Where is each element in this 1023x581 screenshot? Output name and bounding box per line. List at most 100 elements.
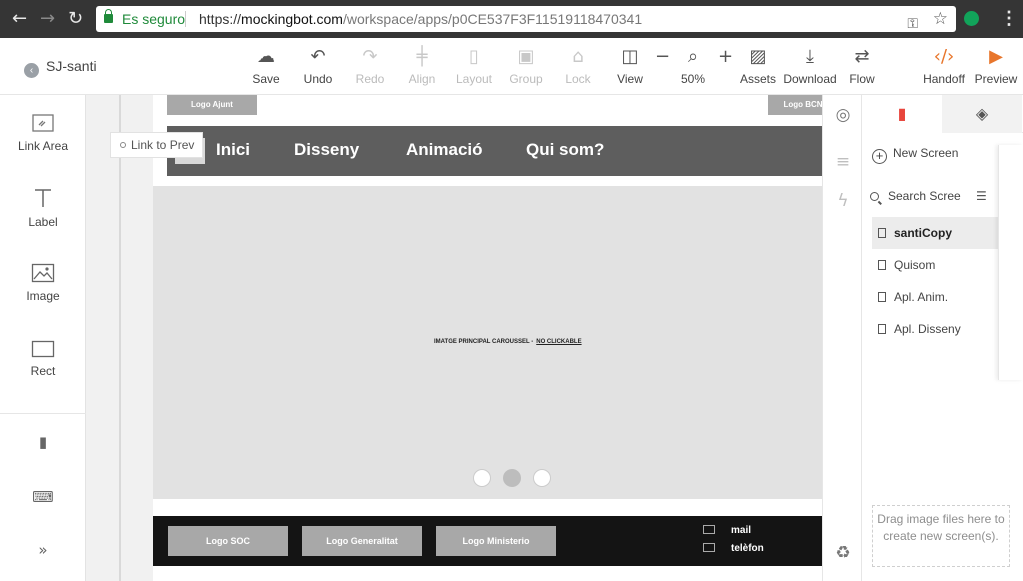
back-arrow-icon[interactable]: ←: [12, 9, 27, 29]
sliders-icon[interactable]: ≡: [823, 152, 863, 172]
left-panel-divider: [0, 413, 86, 414]
screen-item[interactable]: santiCopy: [872, 217, 1000, 249]
url-scheme: https://: [199, 11, 242, 27]
layout-button[interactable]: ▯ Layout: [454, 46, 494, 86]
screen-search[interactable]: Search Scree ☰: [870, 183, 1000, 209]
layout-icon: ▯: [469, 46, 479, 67]
url-host: mockingbot.com: [241, 11, 343, 27]
menu-item-qui-som[interactable]: Qui som?: [526, 140, 604, 160]
footer-phone[interactable]: telèfon: [703, 543, 764, 554]
book-icon[interactable]: ▮: [0, 433, 86, 451]
extension-icon[interactable]: [964, 11, 979, 26]
page-icon: [878, 292, 886, 302]
link-to-prev-handle[interactable]: Link to Prev: [110, 132, 204, 158]
carousel-caption-link: NO CLICKABLE: [536, 339, 582, 345]
logo-soc-placeholder[interactable]: Logo SOC: [168, 526, 288, 556]
view-label: View: [617, 72, 643, 86]
lock-label: Lock: [565, 72, 591, 86]
link-to-prev-label: Link to Prev: [131, 138, 195, 152]
menu-item-inici[interactable]: Inici: [216, 140, 250, 160]
forward-arrow-icon[interactable]: →: [40, 9, 55, 29]
bookmark-star-icon[interactable]: ☆: [933, 6, 948, 32]
label-tool[interactable]: Label: [0, 187, 86, 229]
align-label: Align: [408, 72, 436, 86]
footer-mail[interactable]: mail: [703, 525, 751, 536]
rect-tool[interactable]: Rect: [0, 340, 86, 378]
url-path: /workspace/apps/p0CE537F3F11519118470341: [342, 11, 643, 27]
reload-icon[interactable]: ↻: [68, 9, 83, 29]
address-separator: [185, 11, 186, 27]
redo-button[interactable]: ↷ Redo: [354, 46, 386, 86]
design-canvas[interactable]: Link to Prev Logo Ajunt Logo BCN Inici D…: [86, 95, 822, 581]
lock-button[interactable]: ⌂ Lock: [563, 46, 593, 86]
list-view-icon[interactable]: ☰: [976, 183, 987, 209]
inspector-icon-column: ◎ ≡ ϟ ♻: [822, 95, 862, 581]
carousel-dot-2[interactable]: [503, 469, 521, 487]
flow-button[interactable]: ⇄ Flow: [846, 46, 878, 86]
image-icon: [703, 543, 715, 552]
plus-icon: +: [718, 46, 734, 67]
back-circle-icon[interactable]: ‹: [24, 63, 39, 78]
rectangle-icon: [31, 340, 55, 358]
align-button[interactable]: ╪ Align: [405, 46, 439, 86]
download-button[interactable]: ⤓ Download: [782, 46, 838, 86]
target-icon[interactable]: ◎: [823, 105, 863, 125]
new-screen-button[interactable]: + New Screen: [872, 146, 958, 164]
undo-label: Undo: [303, 72, 333, 86]
zoom-in-button[interactable]: +: [718, 46, 734, 72]
handoff-button[interactable]: ‹/› Handoff: [920, 46, 968, 86]
logo-bcn-placeholder[interactable]: Logo BCN: [768, 95, 822, 115]
screen-item[interactable]: Apl. Disseny: [872, 313, 1000, 345]
carousel-dot-3[interactable]: [533, 469, 551, 487]
menu-item-animacio[interactable]: Animació: [406, 140, 483, 160]
carousel-dot-1[interactable]: [473, 469, 491, 487]
artboard[interactable]: Logo Ajunt Logo BCN Inici Disseny Animac…: [153, 95, 822, 581]
expand-chevrons-icon[interactable]: »: [0, 541, 86, 559]
logo-ajunt-placeholder[interactable]: Logo Ajunt: [167, 95, 257, 115]
image-tool-label: Image: [26, 289, 60, 303]
play-icon: ▶: [989, 46, 1003, 67]
secure-label: Es seguro: [122, 11, 186, 27]
screen-search-input[interactable]: Search Scree: [888, 189, 961, 203]
layout-label: Layout: [455, 72, 493, 86]
logo-generalitat-placeholder[interactable]: Logo Generalitat: [302, 526, 422, 556]
address-bar[interactable]: Es seguro https://mockingbot.com/workspa…: [96, 6, 956, 32]
project-title[interactable]: ‹ SJ-santi: [24, 58, 97, 78]
view-icon: ◫: [621, 46, 639, 67]
key-icon[interactable]: ⚿: [907, 10, 918, 36]
screen-item[interactable]: Apl. Anim.: [872, 281, 1000, 313]
keyboard-icon[interactable]: ⌨: [0, 488, 86, 506]
image-dropzone[interactable]: Drag image files here to create new scre…: [872, 505, 1010, 567]
code-icon: ‹/›: [933, 46, 955, 67]
group-button[interactable]: ▣ Group: [507, 46, 545, 86]
site-menu-bar[interactable]: Inici Disseny Animació Qui som?: [167, 126, 822, 176]
tab-screens[interactable]: ▮: [862, 95, 942, 133]
recycle-bin-icon[interactable]: ♻: [823, 543, 863, 563]
collapsed-side-panel[interactable]: [998, 145, 1023, 380]
save-button[interactable]: ☁ Save: [250, 46, 282, 86]
carousel-caption-text: IMATGE PRINCIPAL CAROUSSEL -: [434, 339, 534, 345]
zoom-out-button[interactable]: −: [655, 46, 671, 72]
view-button[interactable]: ◫ View: [612, 46, 648, 86]
zoom-level[interactable]: ⌕ 50%: [678, 46, 708, 86]
lightning-icon[interactable]: ϟ: [823, 191, 863, 211]
project-name: SJ-santi: [46, 58, 97, 74]
undo-button[interactable]: ↶ Undo: [302, 46, 334, 86]
left-tool-panel: Link Area Label Image Rect ▮ ⌨ »: [0, 95, 86, 581]
site-footer[interactable]: Logo SOC Logo Generalitat Logo Ministeri…: [153, 516, 822, 566]
browser-menu-icon[interactable]: ⋮: [1000, 8, 1018, 29]
screen-item[interactable]: Quisom: [872, 249, 1000, 281]
image-tool[interactable]: Image: [0, 263, 86, 303]
editor-toolbar: ‹ SJ-santi ☁ Save ↶ Undo ↷ Redo ╪ Align ▯ Layo…: [0, 38, 1023, 95]
carousel-placeholder[interactable]: IMATGE PRINCIPAL CAROUSSEL - NO CLICKABLE: [153, 186, 822, 499]
screens-panel-tabs: ▮ ◈: [862, 95, 1023, 133]
screen-item-label: Apl. Disseny: [894, 322, 961, 336]
link-area-tool[interactable]: Link Area: [0, 113, 86, 153]
minus-icon: −: [655, 46, 671, 67]
menu-item-disseny[interactable]: Disseny: [294, 140, 359, 160]
logo-ministerio-placeholder[interactable]: Logo Ministerio: [436, 526, 556, 556]
preview-button[interactable]: ▶ Preview: [972, 46, 1020, 86]
layers-icon: ◈: [975, 104, 989, 123]
tab-layers[interactable]: ◈: [942, 95, 1022, 133]
assets-button[interactable]: ▨ Assets: [738, 46, 778, 86]
